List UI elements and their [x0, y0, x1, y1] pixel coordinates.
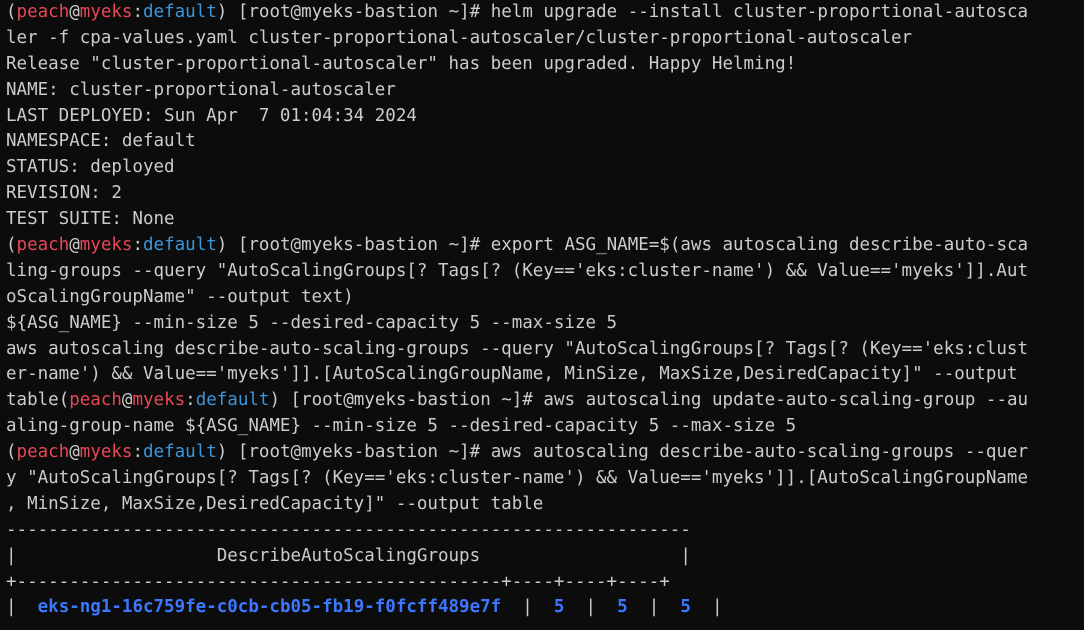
table-cell-max-size: 5 [617, 597, 628, 618]
command-text: helm upgrade --install cluster-proportio… [490, 2, 1029, 22]
prompt-host: myeks [132, 390, 186, 411]
terminal-line: y "AutoScalingGroups[? Tags[? (Key=='eks… [6, 468, 1028, 489]
table-cell-min-size: 5 [553, 597, 565, 618]
table-separator: +---------------------------------------… [6, 571, 670, 592]
output-text: table [6, 390, 59, 411]
terminal-line: ${ASG_NAME} --min-size 5 --desired-capac… [6, 312, 618, 333]
prompt-shell: [root@myeks-bastion ~]# [227, 2, 491, 22]
prompt-paren: ( [6, 235, 17, 256]
terminal-line: NAMESPACE: default [6, 131, 196, 152]
terminal-line: NAME: cluster-proportional-autoscaler [6, 79, 396, 100]
table-pad [17, 597, 38, 617]
table-pipe: | [680, 545, 691, 566]
prompt-at: @ [69, 235, 80, 256]
table-pad [501, 597, 522, 617]
table-pad [596, 597, 617, 617]
terminal-window[interactable]: (peach@myeks:default) [root@myeks-bastio… [0, 0, 1084, 630]
terminal-line: Release "cluster-proportional-autoscaler… [6, 53, 797, 74]
terminal-line: table(peach@myeks:default) [root@myeks-b… [6, 388, 1084, 414]
table-pad [533, 597, 554, 617]
terminal-line: (peach@myeks:default) [root@myeks-bastio… [6, 0, 1084, 26]
prompt-host: myeks [79, 235, 133, 256]
prompt-namespace: default [143, 235, 217, 256]
prompt-namespace: default [143, 442, 217, 463]
prompt-at: @ [69, 2, 80, 22]
terminal-line: aws autoscaling describe-auto-scaling-gr… [6, 338, 1028, 359]
command-text: export ASG_NAME=$(aws autoscaling descri… [490, 235, 1029, 256]
terminal-line: ler -f cpa-values.yaml cluster-proportio… [6, 27, 913, 48]
terminal-line: , MinSize, MaxSize,DesiredCapacity]" --o… [6, 493, 544, 514]
terminal-line: ling-groups --query "AutoScalingGroups[?… [6, 260, 1028, 281]
prompt-colon: : [185, 390, 196, 411]
prompt-paren: ( [6, 2, 17, 22]
terminal-line: LAST DEPLOYED: Sun Apr 7 01:04:34 2024 [6, 105, 417, 126]
terminal-line: STATUS: deployed [6, 157, 175, 178]
prompt-colon: : [132, 442, 144, 463]
terminal-line: er-name') && Value=='myeks']].[AutoScali… [6, 364, 1018, 385]
command-text: aws autoscaling update-auto-scaling-grou… [543, 390, 1029, 411]
prompt-namespace: default [195, 390, 270, 411]
table-pad [691, 597, 712, 617]
table-pad [564, 597, 585, 617]
table-row: | eks-ng1-16c759fe-c0cb-cb05-fb19-f0fcff… [6, 595, 1084, 621]
table-pipe: | [6, 597, 17, 618]
terminal-line: (peach@myeks:default) [root@myeks-bastio… [6, 233, 1084, 259]
table-pipe: | [585, 597, 597, 618]
prompt-colon: : [132, 2, 144, 22]
prompt-namespace: default [143, 2, 217, 22]
prompt-at: @ [69, 442, 80, 463]
terminal-line: aling-group-name ${ASG_NAME} --min-size … [6, 416, 797, 437]
table-pipe: | [712, 597, 723, 618]
prompt-host: myeks [79, 2, 133, 22]
prompt-paren: ( [6, 442, 17, 463]
prompt-paren: ) [216, 2, 228, 22]
table-cell-desired: 5 [680, 597, 691, 618]
prompt-paren: ) [216, 235, 228, 256]
prompt-user: peach [69, 390, 122, 411]
table-top-border: ----------------------------------------… [6, 519, 691, 540]
prompt-paren: ) [269, 390, 281, 411]
prompt-paren: ) [216, 442, 228, 463]
prompt-shell: [root@myeks-bastion ~]# [227, 442, 491, 463]
terminal-line: TEST SUITE: None [6, 209, 175, 230]
prompt-user: peach [16, 2, 70, 22]
prompt-user: peach [16, 442, 70, 463]
table-title: DescribeAutoScalingGroups [16, 545, 681, 566]
prompt-user: peach [16, 235, 70, 256]
prompt-at: @ [121, 390, 133, 411]
prompt-paren: ( [58, 390, 70, 411]
terminal-line: (peach@myeks:default) [root@myeks-bastio… [6, 440, 1084, 466]
table-pipe: | [648, 597, 660, 618]
table-pipe: | [6, 545, 17, 566]
table-cell-group-name: eks-ng1-16c759fe-c0cb-cb05-fb19-f0fcff48… [37, 597, 502, 618]
table-title-row: | DescribeAutoScalingGroups | [6, 544, 1084, 570]
command-text: aws autoscaling describe-auto-scaling-gr… [490, 442, 1029, 463]
table-pipe: | [522, 597, 533, 618]
prompt-shell: [root@myeks-bastion ~]# [227, 235, 491, 256]
terminal-line: REVISION: 2 [6, 183, 122, 204]
prompt-host: myeks [79, 442, 133, 463]
prompt-shell: [root@myeks-bastion ~]# [280, 390, 544, 411]
terminal-line: oScalingGroupName" --output text) [6, 286, 354, 307]
prompt-colon: : [132, 235, 144, 256]
table-pad [659, 597, 680, 617]
table-pad [628, 597, 649, 617]
